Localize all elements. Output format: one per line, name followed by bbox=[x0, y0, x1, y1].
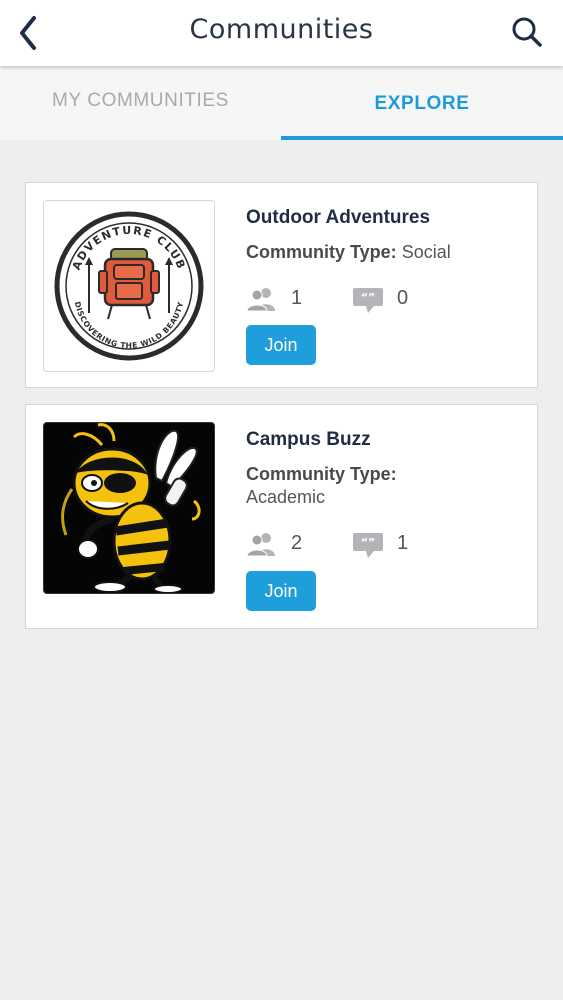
community-type: Community Type: Social bbox=[246, 241, 526, 264]
join-button[interactable]: Join bbox=[246, 571, 316, 611]
comments-count: 1 bbox=[397, 532, 409, 554]
members-icon bbox=[246, 288, 275, 311]
members-count: 2 bbox=[291, 532, 303, 554]
community-name[interactable]: Campus Buzz bbox=[246, 429, 371, 451]
community-type-label: Community Type: bbox=[246, 464, 397, 484]
community-type-value: Social bbox=[401, 242, 451, 262]
active-tab-indicator bbox=[281, 136, 563, 140]
community-stats: 2 “” 1 bbox=[246, 530, 516, 560]
tab-my-communities[interactable]: MY COMMUNITIES bbox=[0, 66, 281, 140]
community-type-value: Academic bbox=[246, 487, 326, 507]
yellow-jacket-mascot bbox=[44, 423, 214, 593]
tab-label: MY COMMUNITIES bbox=[52, 90, 229, 111]
search-button[interactable] bbox=[509, 14, 545, 50]
comments-icon: “” bbox=[353, 288, 383, 313]
page-title: Communities bbox=[189, 14, 374, 45]
svg-text:“”: “” bbox=[361, 291, 375, 304]
members-count: 1 bbox=[291, 287, 303, 309]
svg-text:“”: “” bbox=[361, 536, 375, 549]
tab-label: EXPLORE bbox=[374, 93, 470, 114]
community-type-label: Community Type: bbox=[246, 242, 397, 262]
app-header: Communities bbox=[0, 0, 563, 66]
search-icon bbox=[512, 17, 542, 47]
tab-bar: MY COMMUNITIES EXPLORE bbox=[0, 66, 563, 140]
community-name[interactable]: Outdoor Adventures bbox=[246, 207, 430, 229]
members-icon bbox=[246, 533, 275, 556]
community-card[interactable]: Campus Buzz Community Type: Academic 2 “… bbox=[25, 404, 538, 629]
adventure-club-logo: ADVENTURE CLUB DISCOVERING THE WILD BEAU… bbox=[54, 211, 204, 361]
comments-icon: “” bbox=[353, 533, 383, 558]
tab-explore[interactable]: EXPLORE bbox=[281, 66, 563, 140]
join-button[interactable]: Join bbox=[246, 325, 316, 365]
community-type: Community Type: Academic bbox=[246, 463, 526, 509]
community-image bbox=[43, 422, 215, 594]
comments-count: 0 bbox=[397, 287, 409, 309]
community-card[interactable]: ADVENTURE CLUB DISCOVERING THE WILD BEAU… bbox=[25, 182, 538, 388]
community-stats: 1 “” 0 bbox=[246, 285, 516, 315]
community-image: ADVENTURE CLUB DISCOVERING THE WILD BEAU… bbox=[43, 200, 215, 372]
